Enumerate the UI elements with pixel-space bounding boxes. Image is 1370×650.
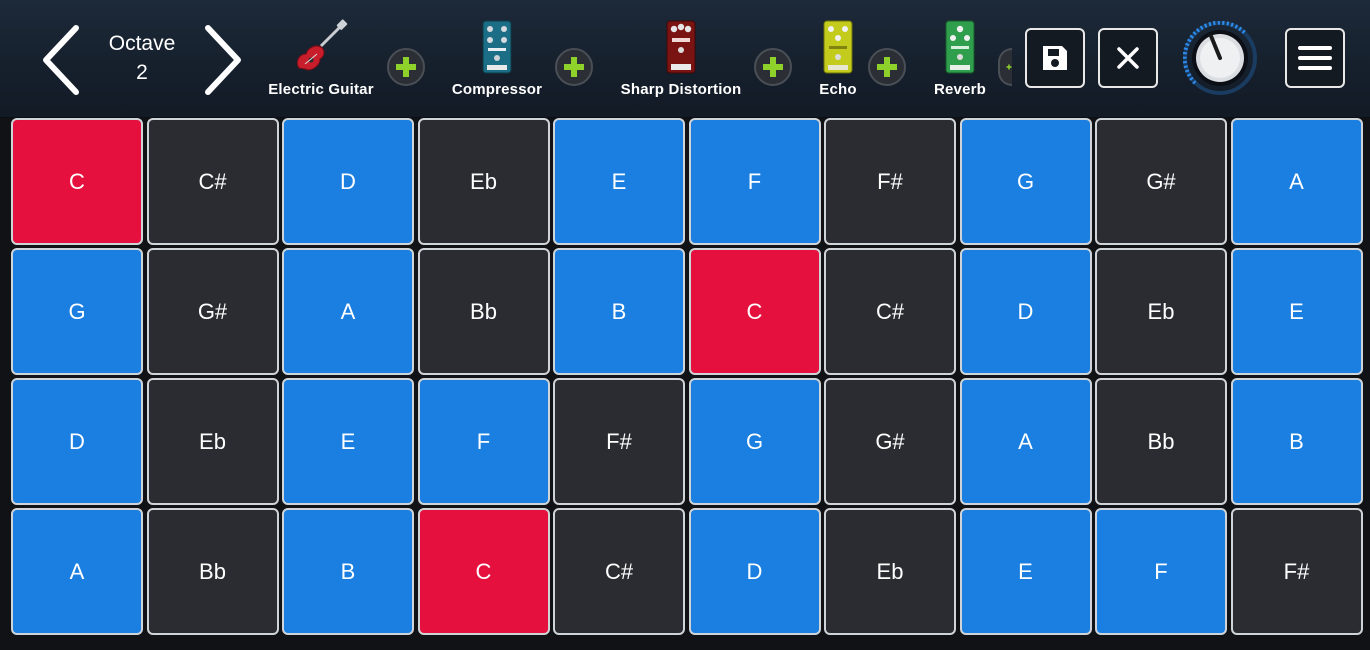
- add-effect-button[interactable]: [998, 48, 1012, 86]
- chain-item-compressor[interactable]: Compressor: [445, 10, 549, 98]
- chain-item-label: Electric Guitar: [268, 81, 374, 98]
- note-pad-grid: C C# D Eb E F F# G G# A G G# A Bb B C C# D Eb E D Eb E F F# G G# A B…: [11, 118, 1364, 638]
- note-pad[interactable]: A: [11, 508, 143, 635]
- note-pad[interactable]: B: [282, 508, 414, 635]
- note-pad[interactable]: Eb: [146, 378, 279, 505]
- note-pad[interactable]: G: [959, 118, 1092, 245]
- compressor-pedal-icon: [482, 20, 512, 74]
- note-pad[interactable]: C: [417, 508, 550, 635]
- note-pad[interactable]: E: [282, 378, 414, 505]
- chain-item-reverb[interactable]: Reverb: [929, 10, 991, 98]
- note-pad[interactable]: B: [553, 248, 685, 375]
- chain-item-label: Compressor: [451, 81, 543, 98]
- chain-item-electric-guitar[interactable]: Electric Guitar: [262, 10, 380, 98]
- note-pad[interactable]: C: [688, 248, 821, 375]
- add-effect-button[interactable]: [387, 48, 425, 86]
- plus-icon: [877, 57, 897, 77]
- note-pad[interactable]: A: [1230, 118, 1363, 245]
- octave-label: Octave: [108, 32, 176, 55]
- note-pad[interactable]: D: [11, 378, 143, 505]
- note-pad[interactable]: A: [282, 248, 414, 375]
- note-pad[interactable]: C#: [146, 118, 279, 245]
- note-pad[interactable]: A: [959, 378, 1092, 505]
- close-icon: [1117, 47, 1139, 69]
- note-pad[interactable]: G#: [146, 248, 279, 375]
- note-pad[interactable]: Eb: [1095, 248, 1227, 375]
- chevron-left-icon[interactable]: [40, 24, 84, 96]
- close-button[interactable]: [1098, 28, 1158, 88]
- plus-icon: [396, 57, 416, 77]
- chain-item-label: Sharp Distortion: [620, 81, 742, 98]
- note-pad[interactable]: E: [959, 508, 1092, 635]
- note-pad[interactable]: D: [959, 248, 1092, 375]
- chain-item-sharp-distortion[interactable]: Sharp Distortion: [615, 10, 747, 98]
- note-pad[interactable]: B: [1230, 378, 1363, 505]
- note-pad[interactable]: Bb: [146, 508, 279, 635]
- note-pad[interactable]: C#: [824, 248, 956, 375]
- note-pad[interactable]: F#: [1230, 508, 1363, 635]
- chain-item-label: Reverb: [933, 81, 987, 98]
- note-pad[interactable]: E: [553, 118, 685, 245]
- save-icon: [1043, 46, 1067, 70]
- electric-guitar-icon: [296, 19, 348, 71]
- top-toolbar: Octave 2 Electric Guitar Compressor Shar…: [0, 0, 1370, 118]
- reverb-pedal-icon: [945, 20, 975, 74]
- chain-item-echo[interactable]: Echo: [808, 10, 868, 98]
- hamburger-menu-icon: [1298, 46, 1332, 70]
- distortion-pedal-icon: [666, 20, 696, 74]
- menu-button[interactable]: [1285, 28, 1345, 88]
- note-pad[interactable]: D: [688, 508, 821, 635]
- note-pad[interactable]: G#: [1095, 118, 1227, 245]
- note-pad[interactable]: F: [688, 118, 821, 245]
- note-pad[interactable]: F: [417, 378, 550, 505]
- note-pad[interactable]: Eb: [417, 118, 550, 245]
- note-pad[interactable]: F#: [824, 118, 956, 245]
- volume-knob[interactable]: [1182, 20, 1257, 95]
- note-pad[interactable]: G: [688, 378, 821, 505]
- note-pad[interactable]: E: [1230, 248, 1363, 375]
- volume-knob-icon: [1182, 20, 1257, 95]
- note-pad[interactable]: Bb: [417, 248, 550, 375]
- octave-display: Octave 2: [92, 30, 192, 87]
- note-pad[interactable]: Bb: [1095, 378, 1227, 505]
- plus-icon: [763, 57, 783, 77]
- chevron-right-icon[interactable]: [200, 24, 244, 96]
- note-pad[interactable]: Eb: [824, 508, 956, 635]
- add-effect-button[interactable]: [754, 48, 792, 86]
- note-pad[interactable]: F: [1095, 508, 1227, 635]
- octave-value: 2: [136, 61, 148, 84]
- note-pad[interactable]: G#: [824, 378, 956, 505]
- plus-icon: [564, 57, 584, 77]
- note-pad[interactable]: C#: [553, 508, 685, 635]
- note-pad[interactable]: F#: [553, 378, 685, 505]
- add-effect-button[interactable]: [868, 48, 906, 86]
- note-pad[interactable]: C: [11, 118, 143, 245]
- note-pad[interactable]: G: [11, 248, 143, 375]
- plus-icon: [1006, 64, 1012, 70]
- save-button[interactable]: [1025, 28, 1085, 88]
- echo-pedal-icon: [823, 20, 853, 74]
- add-effect-button[interactable]: [555, 48, 593, 86]
- note-pad[interactable]: D: [282, 118, 414, 245]
- chain-item-label: Echo: [819, 81, 857, 98]
